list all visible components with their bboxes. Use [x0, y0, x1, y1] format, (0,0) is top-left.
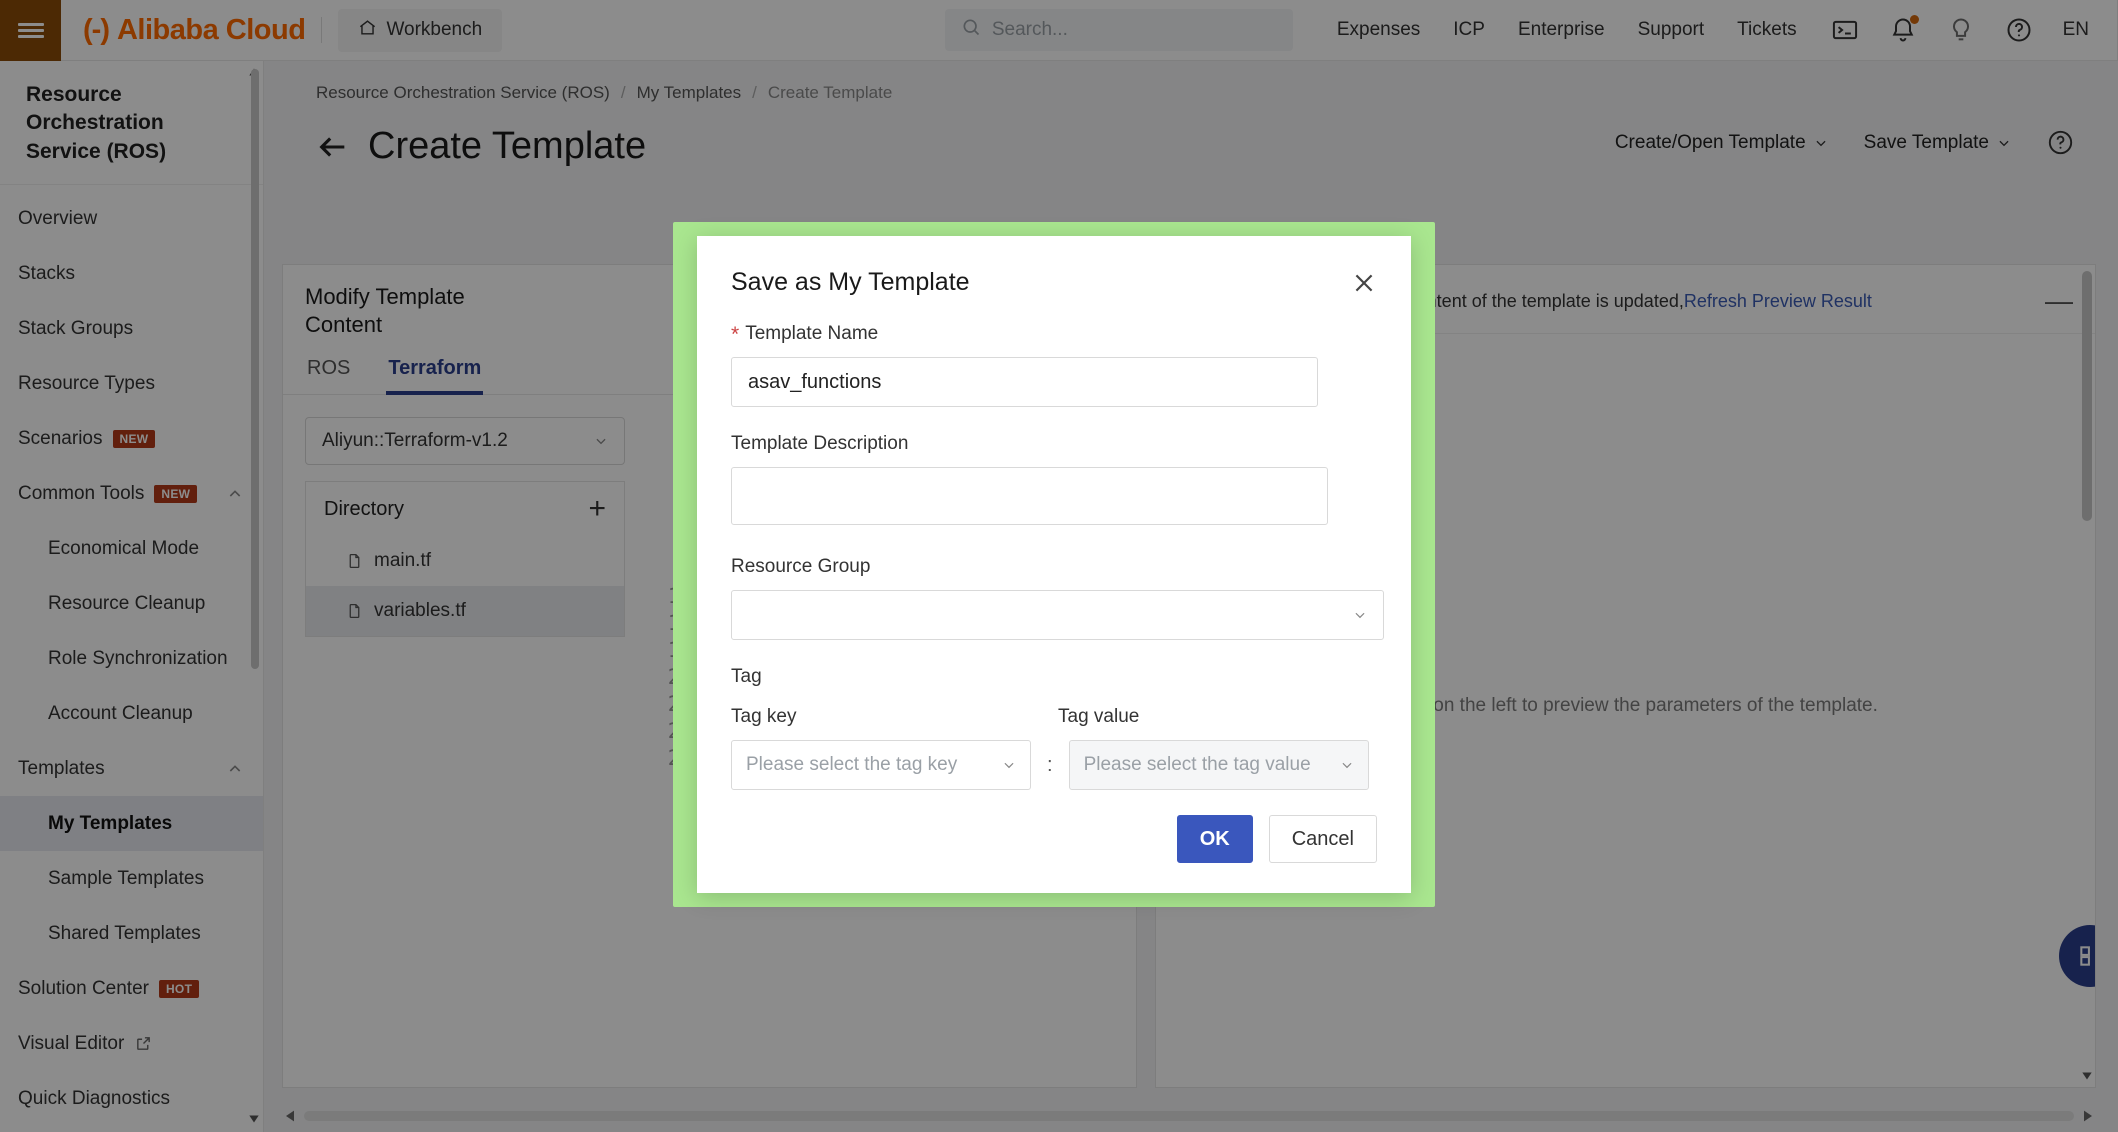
ok-button[interactable]: OK [1177, 815, 1253, 863]
chevron-down-icon [1353, 608, 1367, 622]
required-asterisk: * [731, 324, 739, 345]
chevron-down-icon [1002, 758, 1016, 772]
template-description-label: Template Description [731, 433, 1377, 455]
tag-value-placeholder: Please select the tag value [1084, 754, 1311, 776]
tag-labels-row: Tag key Tag value [731, 706, 1377, 728]
resource-group-label: Resource Group [731, 556, 1377, 578]
tag-section-label: Tag [731, 666, 1377, 688]
tag-key-label: Tag key [731, 706, 1058, 728]
modal-title: Save as My Template [731, 268, 970, 297]
resource-group-select[interactable] [731, 590, 1384, 640]
close-icon[interactable] [1351, 270, 1377, 296]
chevron-down-icon [1340, 758, 1354, 772]
template-name-label-row: * Template Name [731, 323, 1377, 345]
modal-header: Save as My Template [697, 236, 1411, 297]
template-description-textarea[interactable] [731, 467, 1328, 525]
template-name-input[interactable] [731, 357, 1318, 407]
modal-body: * Template Name Template Description Res… [697, 297, 1411, 790]
template-name-label: Template Name [745, 323, 878, 345]
template-description-field-group: Template Description [731, 433, 1377, 530]
tag-row: Please select the tag key : Please selec… [731, 740, 1377, 790]
template-name-field-group: * Template Name [731, 323, 1377, 407]
tag-key-select[interactable]: Please select the tag key [731, 740, 1031, 790]
cancel-button[interactable]: Cancel [1269, 815, 1377, 863]
modal-footer: OK Cancel [1177, 815, 1377, 863]
save-as-my-template-dialog: Save as My Template * Template Name Temp… [697, 236, 1411, 893]
tag-value-select[interactable]: Please select the tag value [1069, 740, 1369, 790]
tag-colon: : [1047, 754, 1053, 777]
tag-value-label: Tag value [1058, 706, 1139, 728]
tag-key-placeholder: Please select the tag key [746, 754, 957, 776]
resource-group-field-group: Resource Group [731, 556, 1377, 640]
